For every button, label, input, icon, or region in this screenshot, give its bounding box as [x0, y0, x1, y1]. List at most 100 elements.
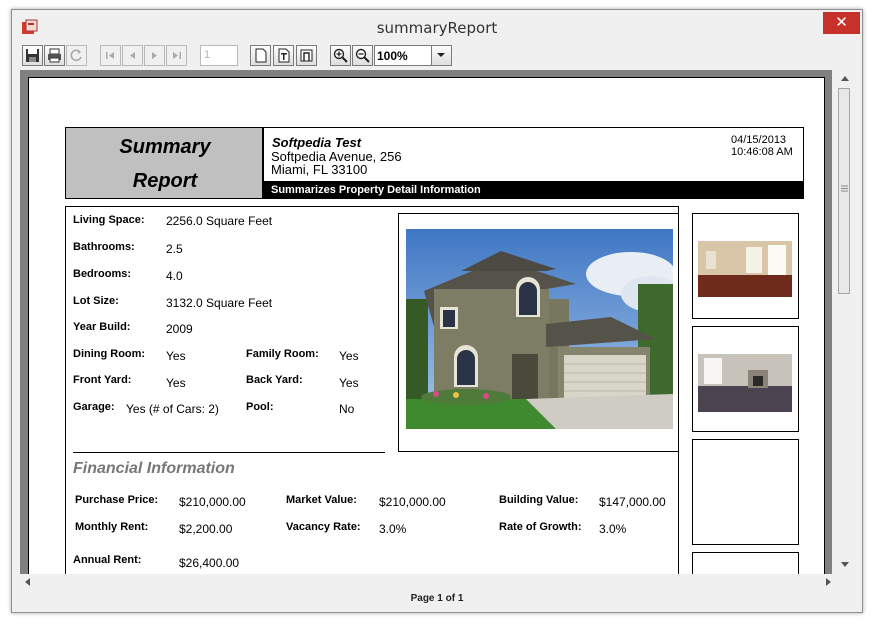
back-yard-label: Back Yard:	[246, 374, 303, 386]
vertical-scrollbar[interactable]	[836, 70, 854, 574]
report-info-box: Softpedia Test Softpedia Avenue, 256 Mia…	[263, 127, 804, 199]
report-title-line1: Summary	[119, 136, 211, 158]
section-divider	[73, 452, 385, 453]
zoom-in-button[interactable]	[330, 45, 351, 66]
zoom-in-icon	[333, 48, 348, 63]
company-name: Softpedia Test	[272, 135, 362, 150]
purchase-price-value: $210,000.00	[179, 495, 246, 509]
report-subtitle: Summarizes Property Detail Information	[271, 184, 481, 196]
thumbnail-4[interactable]	[692, 552, 799, 574]
title-bar[interactable]: summaryReport ✕	[12, 10, 862, 44]
back-yard-value: Yes	[339, 376, 359, 390]
dining-room-label: Dining Room:	[73, 348, 146, 360]
scroll-up-icon[interactable]	[840, 74, 850, 82]
report-viewport[interactable]: Summary Report Softpedia Test Softpedia …	[20, 70, 832, 574]
page-number-input[interactable]: 1	[200, 45, 238, 66]
thumbnail-1[interactable]	[692, 213, 799, 319]
first-page-icon	[106, 52, 114, 59]
bedrooms-label: Bedrooms:	[73, 268, 132, 280]
living-room-photo	[698, 241, 792, 297]
zoom-select[interactable]: 100%	[374, 45, 452, 66]
page-indicator: Page 1 of 1	[410, 593, 464, 604]
house-photo	[406, 229, 673, 429]
whole-page-icon	[300, 49, 313, 62]
toolbar: 1 100%	[20, 44, 854, 70]
family-room-value: Yes	[339, 349, 359, 363]
year-build-value: 2009	[166, 322, 193, 336]
annual-rent-label: Annual Rent:	[73, 554, 142, 566]
print-button[interactable]	[44, 45, 65, 66]
save-button[interactable]	[22, 45, 43, 66]
page-icon	[255, 48, 267, 63]
year-build-label: Year Build:	[73, 321, 131, 333]
refresh-icon	[70, 49, 82, 62]
vacancy-rate-value: 3.0%	[379, 522, 407, 536]
family-room-photo	[698, 354, 792, 412]
zoom-value: 100%	[377, 49, 408, 63]
last-page-button[interactable]	[166, 45, 187, 66]
printer-icon	[48, 48, 61, 63]
close-button[interactable]: ✕	[823, 12, 860, 34]
financial-heading: Financial Information	[73, 460, 235, 477]
grip-icon	[841, 185, 848, 192]
vacancy-rate-label: Vacancy Rate:	[286, 521, 361, 533]
save-icon	[26, 49, 39, 62]
company-address2: Miami, FL 33100	[271, 162, 368, 177]
rate-of-growth-label: Rate of Growth:	[499, 521, 582, 533]
report-time: 10:46:08 AM	[731, 146, 793, 158]
thumbnail-2[interactable]	[692, 326, 799, 432]
family-room-label: Family Room:	[246, 348, 319, 360]
report-date: 04/15/2013	[731, 134, 787, 146]
building-value-value: $147,000.00	[599, 495, 666, 509]
building-value-label: Building Value:	[499, 494, 579, 506]
front-yard-label: Front Yard:	[73, 374, 132, 386]
garage-value: Yes (# of Cars: 2)	[126, 402, 219, 416]
thumbnail-3[interactable]	[692, 439, 799, 545]
bathrooms-value: 2.5	[166, 242, 183, 256]
scroll-right-icon[interactable]	[825, 577, 833, 587]
monthly-rent-value: $2,200.00	[179, 522, 233, 536]
report-window: summaryReport ✕ 1 100% Summary Report So…	[11, 9, 863, 613]
annual-rent-value: $26,400.00	[179, 556, 240, 570]
subtitle-bar: Summarizes Property Detail Information	[263, 181, 804, 199]
next-icon	[152, 52, 157, 59]
status-bar: Page 1 of 1	[20, 590, 854, 608]
page-width-button[interactable]	[273, 45, 294, 66]
bedrooms-value: 4.0	[166, 269, 183, 283]
whole-page-button[interactable]	[296, 45, 317, 66]
first-page-button[interactable]	[100, 45, 121, 66]
zoom-out-icon	[355, 48, 370, 63]
purchase-price-label: Purchase Price:	[75, 494, 159, 506]
horizontal-scrollbar[interactable]	[20, 574, 836, 590]
window-title: summaryReport	[376, 19, 498, 37]
pool-value: No	[339, 402, 355, 416]
living-space-value: 2256.0 Square Feet	[166, 214, 273, 228]
lot-size-value: 3132.0 Square Feet	[166, 296, 273, 310]
zoom-out-button[interactable]	[352, 45, 373, 66]
living-space-label: Living Space:	[73, 214, 145, 226]
rate-of-growth-value: 3.0%	[599, 522, 627, 536]
vertical-scroll-thumb[interactable]	[838, 88, 850, 294]
previous-page-button[interactable]	[122, 45, 143, 66]
dining-room-value: Yes	[166, 349, 186, 363]
market-value-label: Market Value:	[286, 494, 357, 506]
previous-icon	[130, 52, 135, 59]
scroll-left-icon[interactable]	[24, 577, 32, 587]
report-page: Summary Report Softpedia Test Softpedia …	[28, 77, 825, 574]
next-page-button[interactable]	[144, 45, 165, 66]
lot-size-label: Lot Size:	[73, 295, 119, 307]
chevron-down-icon	[437, 53, 445, 57]
front-yard-value: Yes	[166, 376, 186, 390]
report-title-box: Summary Report	[65, 127, 263, 199]
scroll-down-icon[interactable]	[840, 561, 850, 569]
pool-label: Pool:	[246, 401, 274, 413]
bathrooms-label: Bathrooms:	[73, 241, 135, 253]
single-page-button[interactable]	[250, 45, 271, 66]
last-page-icon	[173, 52, 181, 59]
garage-label: Garage:	[73, 401, 115, 413]
refresh-button[interactable]	[66, 45, 87, 66]
market-value-value: $210,000.00	[379, 495, 446, 509]
zoom-dropdown-arrow[interactable]	[431, 46, 451, 65]
page-width-icon	[278, 48, 290, 63]
monthly-rent-label: Monthly Rent:	[75, 521, 149, 533]
